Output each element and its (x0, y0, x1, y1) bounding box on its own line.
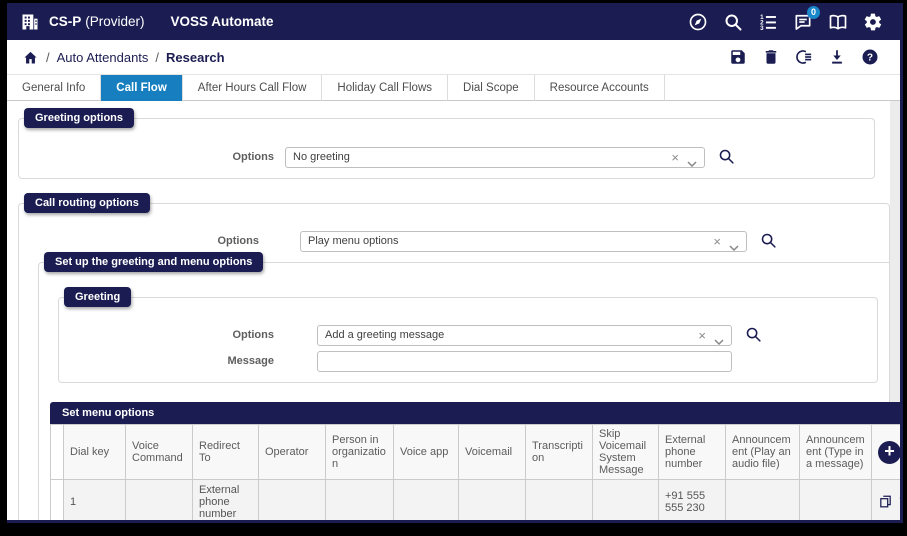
greeting-options-field-label: Options (232, 329, 274, 341)
greeting-message-option-value: Add a greeting message (325, 329, 445, 341)
cell-person-in-organization (325, 479, 394, 520)
breadcrumb-separator: / (46, 49, 50, 65)
call-routing-options-value: Play menu options (308, 235, 399, 247)
settings-gear-icon[interactable] (863, 12, 883, 32)
product-title: VOSS Automate (170, 14, 274, 29)
search-icon[interactable] (723, 12, 743, 32)
greeting-panel: Greeting Options Add a greeting message … (58, 287, 878, 383)
cell-external-phone-number: +91 555 555 230 (658, 479, 726, 520)
transactions-icon[interactable] (795, 48, 813, 66)
breadcrumb-current-page: Research (166, 49, 225, 65)
greeting-options-lookup-icon[interactable] (718, 148, 735, 165)
tab-dial-scope[interactable]: Dial Scope (448, 75, 535, 101)
col-operator: Operator (258, 424, 326, 480)
call-routing-options-label: Options (217, 235, 259, 247)
tab-bar: General Info Call Flow After Hours Call … (7, 75, 900, 101)
col-dial-key: Dial key (63, 424, 126, 480)
numbered-list-icon[interactable]: 123 (758, 12, 778, 32)
setup-greeting-menu-title: Set up the greeting and menu options (44, 252, 264, 272)
cell-redirect-to: External phone number (192, 479, 259, 520)
app-window: CS-P (Provider) VOSS Automate 123 0 / Au… (7, 3, 903, 523)
svg-text:?: ? (867, 53, 873, 64)
cell-voicemail (458, 479, 526, 520)
col-voicemail: Voicemail (458, 424, 526, 480)
greeting-message-lookup-icon[interactable] (745, 326, 762, 343)
table-row[interactable]: 1 External phone number +91 555 555 230 (50, 479, 900, 520)
tab-holiday-call-flows[interactable]: Holiday Call Flows (322, 75, 449, 101)
set-menu-options-section: Set menu options Dial key Voice Command … (50, 402, 900, 520)
greeting-options-panel: Greeting options Options No greeting × (18, 108, 875, 179)
cell-transcription (525, 479, 593, 520)
greeting-options-label: Options (232, 151, 274, 163)
cell-actions (871, 479, 900, 520)
save-icon[interactable] (729, 48, 747, 66)
col-voice-app: Voice app (393, 424, 459, 480)
col-announcement-message: Announcement (Type in a message) (799, 424, 872, 480)
row-handle-column (50, 424, 64, 480)
row-handle-cell (50, 479, 64, 520)
help-icon[interactable]: ? (861, 48, 879, 66)
message-field-label: Message (227, 355, 274, 367)
top-navbar: CS-P (Provider) VOSS Automate 123 0 (7, 3, 900, 40)
col-person-in-organization: Person in organization (325, 424, 394, 480)
tab-after-hours-call-flow[interactable]: After Hours Call Flow (183, 75, 323, 101)
greeting-title: Greeting (64, 287, 132, 307)
explore-compass-icon[interactable] (688, 12, 708, 32)
set-menu-options-title: Set menu options (50, 402, 900, 424)
col-redirect-to: Redirect To (192, 424, 259, 480)
col-actions: + (871, 424, 900, 480)
breadcrumb-auto-attendants[interactable]: Auto Attendants (57, 50, 149, 65)
breadcrumb: / Auto Attendants / Research ? (7, 40, 900, 75)
col-transcription: Transcription (525, 424, 593, 480)
org-name: CS-P (49, 14, 82, 29)
greeting-options-title: Greeting options (24, 108, 134, 128)
tab-general-info[interactable]: General Info (7, 75, 102, 101)
greeting-options-select[interactable]: No greeting × (285, 147, 705, 168)
table-header-row: Dial key Voice Command Redirect To Opera… (50, 424, 900, 480)
breadcrumb-separator: / (155, 49, 160, 65)
message-input[interactable] (317, 351, 732, 372)
chevron-down-icon[interactable] (714, 333, 724, 345)
cell-announcement-audio (725, 479, 800, 520)
chevron-down-icon[interactable] (729, 239, 739, 251)
col-external-phone-number: External phone number (658, 424, 726, 480)
export-download-icon[interactable] (828, 48, 846, 66)
col-skip-voicemail-system-message: Skip Voicemail System Message (592, 424, 659, 480)
notification-badge: 0 (807, 5, 820, 19)
col-voice-command: Voice Command (125, 424, 193, 480)
organization-icon (20, 12, 40, 32)
copy-row-icon[interactable] (878, 494, 893, 509)
delete-row-icon[interactable] (897, 494, 900, 509)
cell-announcement-message (799, 479, 872, 520)
col-announcement-audio: Announcement (Play an audio file) (725, 424, 800, 480)
cell-voice-app (393, 479, 459, 520)
add-row-button[interactable]: + (878, 440, 900, 464)
call-routing-options-lookup-icon[interactable] (760, 232, 777, 249)
call-routing-options-title: Call routing options (24, 193, 150, 213)
home-icon[interactable] (22, 49, 39, 66)
greeting-options-value: No greeting (293, 151, 350, 163)
messages-icon[interactable]: 0 (793, 5, 820, 32)
tab-resource-accounts[interactable]: Resource Accounts (535, 75, 665, 101)
cell-dial-key: 1 (63, 479, 126, 520)
delete-trash-icon[interactable] (762, 48, 780, 66)
call-routing-options-select[interactable]: Play menu options × (300, 231, 747, 252)
clear-icon[interactable]: × (698, 326, 706, 345)
chevron-down-icon[interactable] (687, 155, 697, 167)
svg-text:3: 3 (760, 24, 764, 31)
cell-voice-command (125, 479, 193, 520)
tab-call-flow[interactable]: Call Flow (101, 75, 183, 101)
clear-icon[interactable]: × (671, 148, 679, 167)
clear-icon[interactable]: × (713, 232, 721, 251)
greeting-message-select[interactable]: Add a greeting message × (317, 325, 732, 346)
content-area: Greeting options Options No greeting × C… (7, 101, 900, 520)
cell-skip-voicemail-system-message (592, 479, 659, 520)
org-type: (Provider) (85, 14, 145, 29)
cell-operator (258, 479, 326, 520)
menu-options-table: Dial key Voice Command Redirect To Opera… (50, 424, 900, 520)
documentation-book-icon[interactable] (828, 12, 848, 32)
